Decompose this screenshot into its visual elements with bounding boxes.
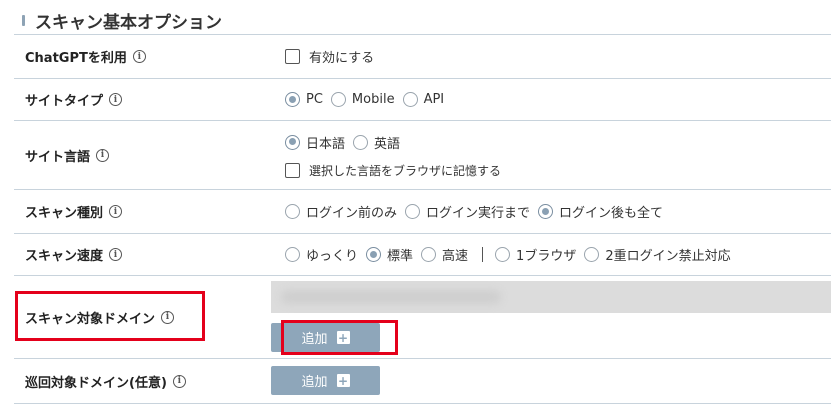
chatgpt-enable-checkbox[interactable]: 有効にする	[285, 47, 374, 66]
radio-button[interactable]	[366, 247, 382, 262]
scan-speed-radio-standard[interactable]: 標準	[366, 245, 413, 264]
remember-language-checkbox[interactable]: 選択した言語をブラウザに記憶する	[285, 162, 501, 179]
scan-speed-radio-one-browser[interactable]: 1ブラウザ	[495, 245, 576, 264]
site-type-label: サイトタイプ	[25, 94, 104, 109]
radio-button[interactable]	[330, 92, 346, 107]
site-language-label: サイト言語	[25, 149, 91, 165]
scan-kind-label: スキャン種別	[25, 206, 104, 221]
info-icon[interactable]: i	[172, 374, 186, 388]
radio-label: 英語	[374, 136, 401, 152]
crawl-domain-add-button[interactable]: 追加 +	[271, 366, 380, 395]
radio-label: ログイン前のみ	[306, 206, 398, 221]
radio-button[interactable]	[353, 134, 369, 150]
highlight-box-add-button	[281, 320, 398, 355]
radio-label: 日本語	[306, 136, 346, 152]
radio-button[interactable]	[538, 204, 554, 219]
chatgpt-options: 有効にする	[285, 35, 382, 78]
info-icon[interactable]: i	[96, 148, 110, 162]
row-scan-speed: スキャン速度 i ゆっくり 標準 高速 1ブラウザ 2重ログイン禁止対応	[14, 234, 831, 276]
row-site-language: サイト言語 i 日本語 英語 選択した言語をブラウザに記憶する	[14, 121, 831, 190]
radio-label: PC	[306, 92, 323, 107]
row-label: サイト言語 i	[25, 121, 110, 189]
checkbox-label: 選択した言語をブラウザに記憶する	[309, 163, 502, 178]
info-icon[interactable]: i	[109, 248, 123, 261]
info-icon[interactable]: i	[132, 50, 146, 63]
row-label: サイトタイプ i	[25, 79, 123, 120]
radio-label: ログイン後も全て	[559, 206, 664, 221]
info-icon[interactable]: i	[109, 93, 123, 106]
remember-language-option: 選択した言語をブラウザに記憶する	[285, 160, 509, 180]
site-type-options: PC Mobile API	[285, 79, 452, 120]
section-title: スキャン基本オプション	[35, 12, 222, 33]
info-icon[interactable]: i	[109, 205, 123, 218]
scan-speed-radio-slow[interactable]: ゆっくり	[285, 245, 358, 264]
radio-button[interactable]	[285, 134, 300, 150]
scan-speed-radio-double-login[interactable]: 2重ログイン禁止対応	[584, 245, 731, 264]
radio-label: 標準	[387, 249, 414, 264]
site-language-options: 日本語 英語	[285, 132, 408, 152]
scan-kind-radio-before-login[interactable]: ログイン前のみ	[285, 202, 397, 221]
site-type-radio-mobile[interactable]: Mobile	[330, 92, 395, 107]
radio-label: ログイン実行まで	[426, 206, 531, 221]
site-type-radio-api[interactable]: API	[402, 92, 445, 107]
radio-label: ゆっくり	[306, 249, 359, 264]
option-separator	[482, 247, 484, 262]
scan-kind-options: ログイン前のみ ログイン実行まで ログイン後も全て	[285, 190, 671, 233]
radio-button[interactable]	[402, 92, 418, 107]
plus-icon: +	[336, 373, 350, 388]
radio-label: API	[423, 92, 445, 107]
section-marker	[22, 14, 25, 26]
row-chatgpt: ChatGPTを利用 i 有効にする	[14, 35, 831, 79]
radio-button[interactable]	[405, 204, 421, 219]
target-domain-input[interactable]	[271, 281, 831, 313]
highlight-box-label	[15, 291, 205, 341]
site-type-radio-pc[interactable]: PC	[285, 92, 323, 107]
row-crawl-domain: 巡回対象ドメイン(任意) i	[14, 359, 831, 404]
row-site-type: サイトタイプ i PC Mobile API	[14, 79, 831, 121]
checkbox-box[interactable]	[285, 49, 300, 64]
chatgpt-label: ChatGPTを利用	[25, 51, 127, 66]
site-language-radio-english[interactable]: 英語	[353, 133, 400, 152]
row-scan-kind: スキャン種別 i ログイン前のみ ログイン実行まで ログイン後も全て	[14, 190, 831, 234]
checkbox-label: 有効にする	[309, 51, 375, 66]
radio-button[interactable]	[495, 247, 511, 262]
radio-label: Mobile	[351, 92, 395, 107]
site-language-radio-japanese[interactable]: 日本語	[285, 133, 345, 152]
radio-label: 高速	[442, 249, 469, 264]
section-header: スキャン基本オプション	[22, 6, 222, 34]
radio-button[interactable]	[421, 247, 437, 262]
crawl-domain-label: 巡回対象ドメイン(任意)	[25, 375, 167, 391]
radio-button[interactable]	[285, 92, 300, 107]
radio-label: 2重ログイン禁止対応	[605, 249, 731, 264]
scan-speed-options: ゆっくり 標準 高速 1ブラウザ 2重ログイン禁止対応	[285, 234, 739, 275]
row-label: 巡回対象ドメイン(任意) i	[25, 359, 186, 403]
scan-speed-radio-fast[interactable]: 高速	[421, 245, 468, 264]
scan-speed-label: スキャン速度	[25, 249, 104, 264]
row-label: スキャン種別 i	[25, 190, 123, 233]
radio-button[interactable]	[285, 204, 300, 219]
add-button-label: 追加	[301, 375, 328, 390]
scan-kind-radio-until-login[interactable]: ログイン実行まで	[405, 202, 530, 221]
scan-kind-radio-all[interactable]: ログイン後も全て	[538, 202, 663, 221]
row-label: スキャン速度 i	[25, 234, 123, 275]
radio-label: 1ブラウザ	[516, 249, 577, 264]
radio-button[interactable]	[285, 247, 300, 262]
radio-button[interactable]	[584, 247, 600, 262]
checkbox-box[interactable]	[285, 162, 300, 178]
row-label: ChatGPTを利用 i	[25, 35, 146, 78]
